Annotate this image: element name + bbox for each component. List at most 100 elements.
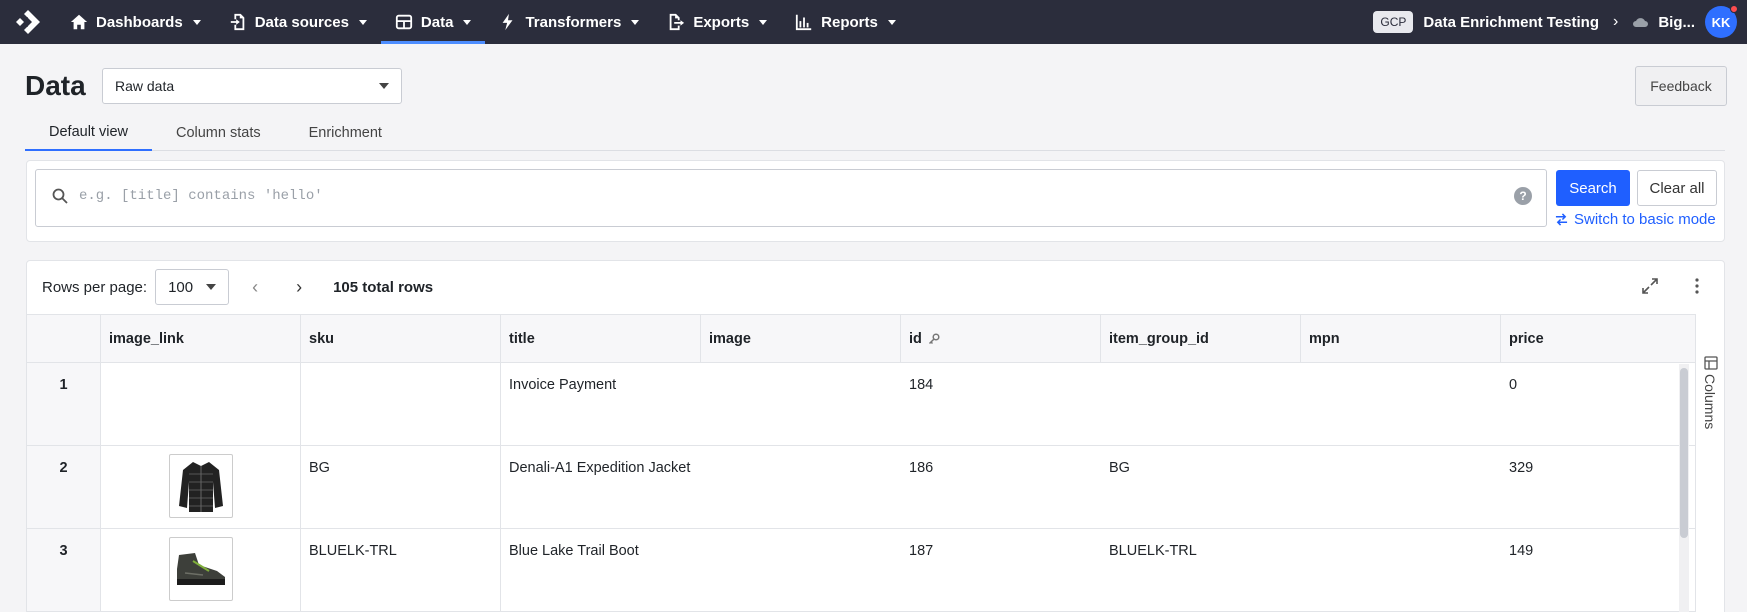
- price-cell: 0: [1509, 377, 1518, 393]
- tab-enrichment[interactable]: Enrichment: [285, 114, 406, 151]
- expand-icon[interactable]: [1641, 277, 1659, 295]
- data-grid: image_link sku title image id item_group…: [27, 314, 1695, 612]
- item-group-id-cell: BG: [1109, 460, 1130, 476]
- more-options-icon[interactable]: [1688, 277, 1706, 295]
- sku-cell: [301, 363, 501, 445]
- vertical-scrollbar[interactable]: [1679, 364, 1689, 612]
- scrollbar-thumb[interactable]: [1680, 368, 1688, 538]
- help-icon[interactable]: ?: [1514, 187, 1532, 205]
- product-thumbnail-boot[interactable]: [168, 537, 233, 601]
- jacket-image: [178, 462, 223, 512]
- column-header-rownum: [27, 315, 101, 363]
- dataset-name[interactable]: Big...: [1658, 14, 1695, 31]
- column-header[interactable]: price: [1501, 315, 1695, 363]
- feedback-button[interactable]: Feedback: [1635, 66, 1727, 106]
- mpn-cell: [1301, 446, 1501, 528]
- row-number: 1: [27, 363, 101, 445]
- page-title: Data: [25, 70, 86, 101]
- item-group-id-cell: BLUELK-TRL: [1109, 543, 1197, 559]
- project-name[interactable]: Data Enrichment Testing: [1423, 14, 1599, 31]
- nav-data-sources-label: Data sources: [254, 13, 349, 31]
- switch-basic-mode-label: Switch to basic mode: [1574, 211, 1716, 228]
- nav-dashboards[interactable]: Dashboards: [56, 0, 215, 44]
- prev-page-button[interactable]: ‹: [237, 269, 273, 305]
- view-select-value: Raw data: [115, 78, 175, 94]
- boot-image: [176, 553, 225, 585]
- file-export-icon: [670, 13, 685, 31]
- mpn-cell: [1301, 529, 1501, 611]
- image-link-cell: [101, 363, 301, 445]
- key-icon: [928, 333, 940, 345]
- nav-data-sources[interactable]: Data sources: [215, 0, 381, 44]
- title-cell: Denali-A1 Expedition Jacket: [509, 460, 691, 476]
- nav-exports-label: Exports: [693, 13, 750, 31]
- cloud-icon: [1633, 18, 1649, 27]
- product-thumbnail-jacket[interactable]: [168, 454, 233, 518]
- table-row[interactable]: 2 BG Denali-A1 Expedition Jacket 186 BG …: [27, 446, 1695, 529]
- id-cell: 187: [909, 543, 934, 559]
- column-header-label: id: [909, 331, 922, 347]
- columns-panel-label: Columns: [1702, 374, 1718, 430]
- file-import-icon: [230, 13, 245, 31]
- column-header[interactable]: mpn: [1301, 315, 1501, 363]
- nav-data[interactable]: Data: [380, 0, 486, 44]
- top-navigation: Dashboards Data sources Data Transformer…: [0, 0, 1747, 44]
- mpn-cell: [1301, 363, 1501, 445]
- nav-exports[interactable]: Exports: [653, 0, 781, 44]
- rows-per-page-select[interactable]: 100: [155, 269, 230, 305]
- chevron-down-icon: [379, 83, 389, 89]
- nav-reports[interactable]: Reports: [781, 0, 910, 44]
- chevron-down-icon: [358, 19, 367, 25]
- column-header[interactable]: sku: [301, 315, 501, 363]
- row-number: 3: [27, 529, 101, 611]
- id-cell: 184: [909, 377, 934, 393]
- tab-column-stats[interactable]: Column stats: [152, 114, 285, 151]
- price-cell: 149: [1509, 543, 1534, 559]
- columns-side-panel-toggle[interactable]: Columns: [1695, 314, 1724, 612]
- column-header[interactable]: item_group_id: [1101, 315, 1301, 363]
- rows-per-page-value: 100: [168, 278, 194, 296]
- table-icon: [395, 14, 413, 30]
- app-logo[interactable]: [0, 0, 56, 44]
- avatar-initials: KK: [1711, 14, 1731, 30]
- chevron-right-icon: ›: [296, 276, 303, 297]
- column-header[interactable]: image_link: [101, 315, 301, 363]
- table-row[interactable]: 3 BLUELK-TRL Blue Lake Trail Boot 187 BL…: [27, 529, 1695, 612]
- pagination-bar: Rows per page: 100 ‹ › 105 total rows: [27, 261, 1724, 313]
- nav-transformers-label: Transformers: [525, 13, 622, 31]
- bolt-icon: [503, 13, 513, 31]
- search-button[interactable]: Search: [1556, 170, 1630, 206]
- next-page-button[interactable]: ›: [281, 269, 317, 305]
- nav-transformers[interactable]: Transformers: [485, 0, 653, 44]
- switch-basic-mode-link[interactable]: Switch to basic mode: [1555, 211, 1716, 228]
- column-header[interactable]: title: [501, 315, 701, 363]
- tab-default-view[interactable]: Default view: [25, 114, 152, 151]
- chevron-down-icon: [759, 19, 768, 25]
- title-cell: Blue Lake Trail Boot: [509, 543, 639, 559]
- query-box: ?: [35, 169, 1547, 227]
- sku-cell: BLUELK-TRL: [301, 529, 501, 611]
- chevron-down-icon: [887, 19, 896, 25]
- nav-dashboards-label: Dashboards: [96, 13, 183, 31]
- avatar[interactable]: KK: [1705, 5, 1738, 38]
- image-link-cell: [101, 446, 301, 528]
- workspace-context: GCP Data Enrichment Testing › Big... KK: [1373, 5, 1747, 38]
- chevron-down-icon: [631, 19, 640, 25]
- chevron-down-icon: [192, 19, 201, 25]
- column-header-id[interactable]: id: [901, 315, 1101, 363]
- table-row[interactable]: 1 Invoice Payment 184 0: [27, 363, 1695, 446]
- image-cell: [701, 446, 901, 528]
- query-panel: ? Search Clear all Switch to basic mode: [26, 160, 1725, 242]
- view-tabs: Default view Column stats Enrichment: [25, 114, 1725, 151]
- image-cell: [701, 363, 901, 445]
- logo-icon: [16, 10, 40, 34]
- total-rows: 105 total rows: [333, 278, 434, 296]
- title-cell: Invoice Payment: [509, 377, 617, 393]
- query-input[interactable]: [79, 182, 1479, 210]
- data-table-panel: Rows per page: 100 ‹ › 105 total rows im…: [26, 260, 1725, 612]
- search-icon: [52, 188, 68, 204]
- clear-all-button[interactable]: Clear all: [1637, 170, 1717, 206]
- columns-icon: [1704, 356, 1718, 370]
- column-header[interactable]: image: [701, 315, 901, 363]
- view-select[interactable]: Raw data: [102, 68, 402, 104]
